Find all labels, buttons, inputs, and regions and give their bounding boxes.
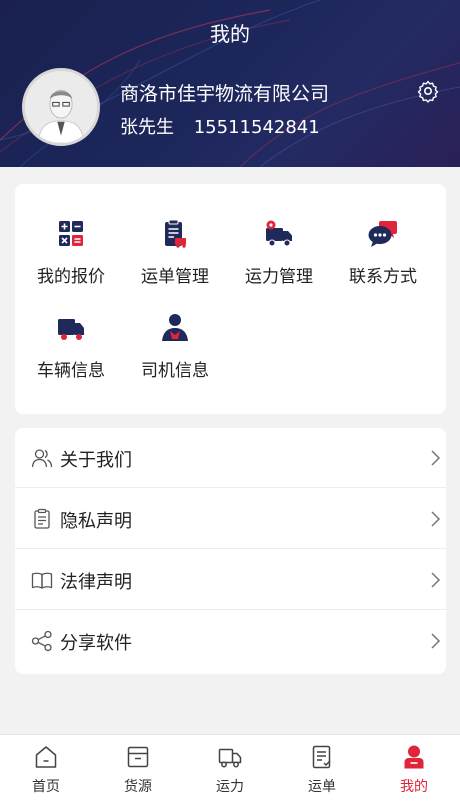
tab-waybill[interactable]: 运单 — [276, 735, 368, 801]
menu-item-label: 关于我们 — [60, 450, 132, 471]
chevron-right-icon — [431, 450, 441, 466]
clipboard-icon — [34, 508, 50, 529]
tab-cargo[interactable]: 货源 — [92, 735, 184, 801]
menu-item-about-us[interactable]: 关于我们 — [15, 428, 446, 488]
menu-item-label: 法律声明 — [60, 572, 132, 593]
calculator-icon — [59, 221, 83, 246]
gear-icon[interactable] — [416, 79, 440, 103]
box-icon — [127, 746, 149, 768]
profile-header: 我的 商洛市佳宇物流有限公司 张先生 15511542841 — [0, 0, 460, 167]
divider — [15, 609, 446, 610]
menu-item-share[interactable]: 分享软件 — [15, 611, 446, 671]
tab-label: 首页 — [32, 779, 60, 795]
user-info: 张先生 15511542841 — [120, 113, 320, 139]
menu-item-label: 隐私声明 — [60, 511, 132, 532]
grid-item-label: 运单管理 — [141, 267, 209, 287]
tab-label: 我的 — [400, 779, 428, 795]
grid-item-vehicle-info[interactable]: 车辆信息 — [19, 312, 123, 392]
user-phone: 15511542841 — [193, 117, 320, 138]
grid-item-label: 我的报价 — [37, 267, 105, 287]
page-title: 我的 — [210, 22, 250, 46]
menu-item-privacy[interactable]: 隐私声明 — [15, 489, 446, 549]
grid-item-label: 运力管理 — [245, 267, 313, 287]
truck-gear-icon — [266, 220, 292, 247]
tab-label: 运力 — [216, 779, 244, 795]
grid-item-my-quotes[interactable]: 我的报价 — [19, 218, 123, 298]
tab-label: 货源 — [124, 779, 152, 795]
grid-item-waybill-management[interactable]: 运单管理 — [123, 218, 227, 298]
user-avatar-icon — [25, 71, 97, 143]
truck-icon — [58, 319, 84, 340]
truck-outline-icon — [218, 748, 242, 768]
grid-item-driver-info[interactable]: 司机信息 — [123, 312, 227, 392]
menu-item-legal[interactable]: 法律声明 — [15, 550, 446, 610]
grid-item-label: 车辆信息 — [37, 361, 105, 381]
divider — [15, 487, 446, 488]
waybill-clipboard-icon — [165, 219, 186, 248]
document-icon — [312, 745, 331, 769]
user-name: 张先生 — [120, 117, 174, 138]
person-icon — [404, 745, 424, 769]
function-grid-card: 我的报价 运单管理 运力管理 联系方式 车辆信息 司机信息 — [15, 184, 446, 414]
driver-icon — [162, 314, 188, 341]
tab-capacity[interactable]: 运力 — [184, 735, 276, 801]
tab-mine[interactable]: 我的 — [368, 735, 460, 801]
home-icon — [35, 746, 57, 768]
chevron-right-icon — [431, 633, 441, 649]
people-icon — [31, 449, 53, 468]
divider — [15, 548, 446, 549]
avatar[interactable] — [22, 68, 100, 146]
grid-item-label: 联系方式 — [349, 267, 417, 287]
chevron-right-icon — [431, 511, 441, 527]
grid-item-capacity-management[interactable]: 运力管理 — [227, 218, 331, 298]
bottom-tab-bar: 首页 货源 运力 运单 我的 — [0, 734, 460, 801]
chevron-right-icon — [431, 572, 441, 588]
share-icon — [31, 630, 52, 652]
book-icon — [31, 572, 53, 589]
tab-home[interactable]: 首页 — [0, 735, 92, 801]
chat-bubbles-icon — [368, 221, 397, 247]
menu-item-label: 分享软件 — [60, 633, 132, 654]
grid-item-contact[interactable]: 联系方式 — [331, 218, 435, 298]
settings-menu-card: 关于我们 隐私声明 法律声明 分享软件 — [15, 428, 446, 674]
company-name: 商洛市佳宇物流有限公司 — [120, 83, 330, 105]
tab-label: 运单 — [308, 779, 336, 795]
grid-item-label: 司机信息 — [141, 361, 209, 381]
